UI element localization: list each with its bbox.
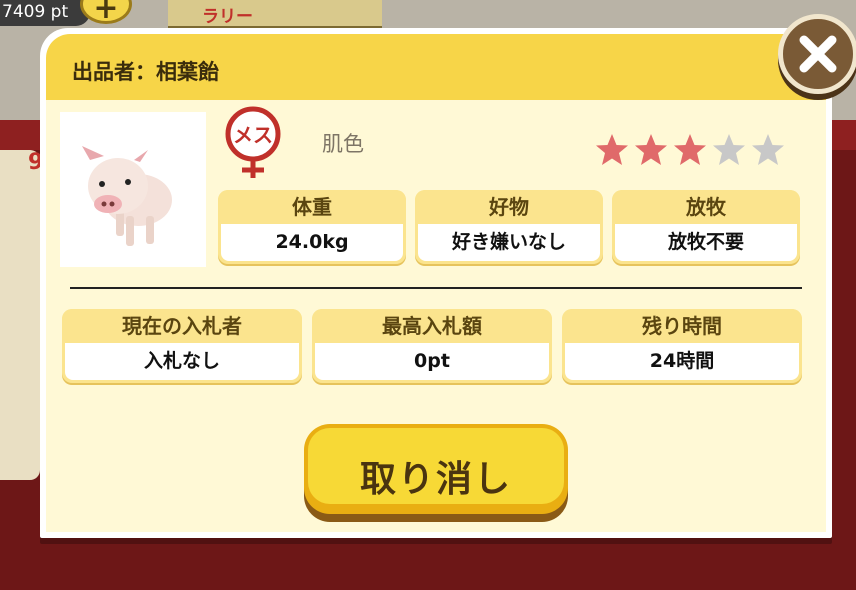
stat-label: 好物 [415,190,603,224]
event-banner-text: ラリー [202,7,253,27]
stat-label: 残り時間 [562,309,802,343]
close-icon [799,35,837,73]
gender-label: メス [233,123,273,147]
current-bidder: 現在の入札者 入札なし [62,309,302,383]
rating-stars [593,132,787,168]
gender-badge: メス [222,106,284,180]
star-filled-icon [596,134,628,165]
plus-icon: + [93,0,119,26]
pig-color: 肌色 [322,132,364,156]
stat-value: 放牧不要 [615,224,797,261]
pig-icon [82,146,172,246]
pig-image [60,112,206,267]
star-empty-icon [713,134,745,165]
star-filled-icon [674,134,706,165]
stat-favorite: 好物 好き嫌いなし [415,190,603,264]
female-icon: メス [225,106,281,178]
background-side-panel [0,150,40,480]
stat-label: 放牧 [612,190,800,224]
stat-value: 0pt [315,343,549,380]
cancel-listing-button[interactable]: 取り消し [304,424,568,514]
time-remaining: 残り時間 24時間 [562,309,802,383]
stat-grazing: 放牧 放牧不要 [612,190,800,264]
stat-value: 好き嫌いなし [418,224,600,261]
star-filled-icon [635,134,667,165]
stat-label: 現在の入札者 [62,309,302,343]
stat-label: 体重 [218,190,406,224]
divider [70,287,802,289]
cancel-button-label: 取り消し [359,459,512,500]
close-button[interactable] [778,14,856,94]
stat-value: 24.0kg [221,224,403,261]
stat-value: 24時間 [565,343,799,380]
dialog-header: 出品者：相葉飴 [46,34,826,100]
stat-value: 入札なし [65,343,299,380]
star-empty-icon [752,134,784,165]
stat-weight: 体重 24.0kg [218,190,406,264]
stat-label: 最高入札額 [312,309,552,343]
points-display: 7409 pt [0,0,90,26]
highest-bid: 最高入札額 0pt [312,309,552,383]
event-banner[interactable] [168,0,382,29]
seller-title: 出品者：相葉飴 [72,60,219,84]
